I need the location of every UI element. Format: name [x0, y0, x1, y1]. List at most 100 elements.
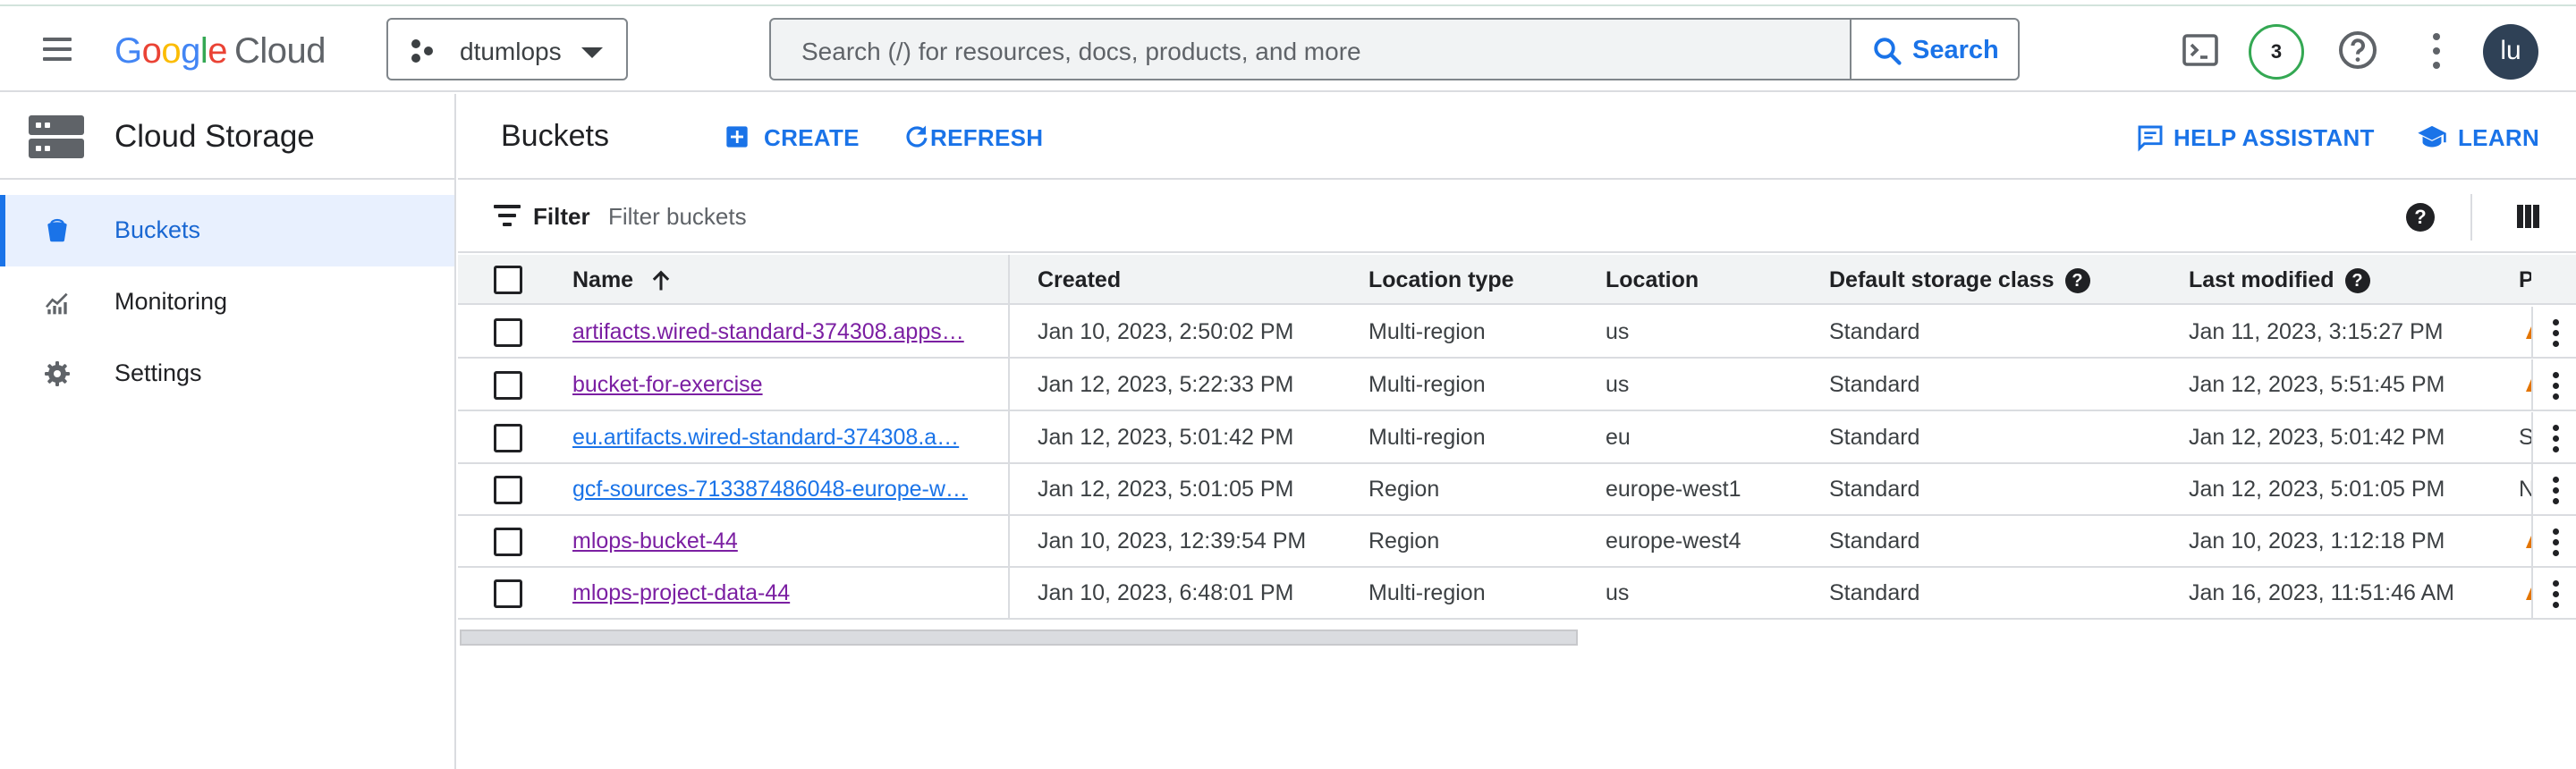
top-bar: Google Cloud dtumlops Search (/) for reso… — [0, 6, 2576, 92]
search-button-label: Search — [1912, 36, 1999, 64]
sidebar-item-settings[interactable]: Settings — [0, 338, 454, 410]
cell-location-type: Multi-region — [1368, 319, 1486, 344]
row-checkbox[interactable] — [494, 579, 522, 608]
refresh-button[interactable]: REFRESH — [903, 121, 1055, 153]
notifications-badge[interactable]: 3 — [2249, 24, 2304, 80]
project-icon — [411, 39, 436, 64]
arrow-up-icon — [652, 270, 670, 291]
help-assistant-button[interactable]: HELP ASSISTANT — [2136, 121, 2377, 153]
help-icon[interactable]: ? — [2344, 268, 2370, 294]
search-input[interactable]: Search (/) for resources, docs, products… — [769, 18, 2020, 80]
sidebar-item-monitoring[interactable]: Monitoring — [0, 266, 454, 338]
horizontal-scrollbar[interactable] — [460, 630, 1578, 646]
bucket-name-link[interactable]: bucket-for-exercise — [572, 372, 763, 398]
column-header-location[interactable]: Location — [1606, 267, 1699, 293]
bucket-name-link[interactable]: mlops-bucket-44 — [572, 528, 738, 554]
table-header: Name Created Location type Location Defa… — [458, 255, 2576, 305]
divider — [2470, 194, 2472, 241]
filter-icon[interactable] — [494, 205, 521, 228]
table-row[interactable]: mlops-bucket-44 Jan 10, 2023, 12:39:54 PM… — [458, 516, 2576, 568]
row-actions-icon[interactable] — [2551, 580, 2562, 609]
table-row[interactable]: gcf-sources-713387486048-europe-w… Jan 12… — [458, 464, 2576, 516]
cell-location-type: Multi-region — [1368, 425, 1486, 450]
select-all-checkbox[interactable] — [494, 266, 522, 294]
cell-created: Jan 10, 2023, 12:39:54 PM — [1038, 528, 1307, 554]
cell-storage-class: Standard — [1829, 528, 1920, 554]
cell-location: europe-west1 — [1606, 477, 1741, 502]
cell-location: us — [1606, 372, 1630, 397]
table-row[interactable]: eu.artifacts.wired-standard-374308.a… Jan… — [458, 412, 2576, 464]
column-header-created[interactable]: Created — [1038, 267, 1121, 293]
row-actions-icon[interactable] — [2551, 319, 2562, 348]
chevron-down-icon — [581, 47, 603, 58]
filter-bar: Filter Filter buckets ? — [458, 182, 2576, 253]
column-header-name[interactable]: Name — [572, 267, 674, 293]
column-divider — [2531, 464, 2533, 516]
row-checkbox[interactable] — [494, 318, 522, 347]
help-icon[interactable]: ? — [2064, 268, 2090, 294]
filter-label[interactable]: Filter — [533, 203, 590, 231]
sidebar: Cloud Storage Buckets Monitoring Setting… — [0, 94, 456, 769]
cell-location-type: Multi-region — [1368, 372, 1486, 397]
column-display-icon[interactable] — [2517, 205, 2540, 228]
sidebar-title: Cloud Storage — [114, 119, 315, 154]
column-divider — [1008, 255, 1010, 620]
bucket-name-link[interactable]: artifacts.wired-standard-374308.apps… — [572, 319, 964, 345]
table-row[interactable]: artifacts.wired-standard-374308.apps… Jan… — [458, 307, 2576, 359]
google-cloud-logo[interactable]: Google Cloud — [114, 31, 326, 72]
cell-location: us — [1606, 319, 1630, 344]
cell-storage-class: Standard — [1829, 580, 1920, 605]
project-picker[interactable]: dtumlops — [386, 18, 628, 80]
avatar[interactable]: lu — [2483, 24, 2538, 80]
sidebar-header: Cloud Storage — [0, 94, 456, 180]
cell-location: eu — [1606, 425, 1631, 450]
cell-storage-class: Standard — [1829, 477, 1920, 502]
search-placeholder: Search (/) for resources, docs, products… — [801, 38, 1361, 65]
row-actions-icon[interactable] — [2551, 528, 2562, 557]
column-divider — [2531, 412, 2533, 464]
refresh-icon — [906, 125, 928, 148]
help-icon[interactable] — [2336, 29, 2379, 72]
cell-created: Jan 12, 2023, 5:01:42 PM — [1038, 425, 1294, 450]
cell-truncated: N — [2519, 477, 2531, 502]
row-checkbox[interactable] — [494, 424, 522, 452]
cell-location: us — [1606, 580, 1630, 605]
cell-created: Jan 12, 2023, 5:01:05 PM — [1038, 477, 1294, 502]
cloud-storage-icon — [29, 114, 84, 160]
row-actions-icon[interactable] — [2551, 477, 2562, 505]
learn-button[interactable]: LEARN — [2417, 121, 2539, 153]
table-row[interactable]: bucket-for-exercise Jan 12, 2023, 5:22:33… — [458, 359, 2576, 411]
cell-last-modified: Jan 10, 2023, 1:12:18 PM — [2189, 528, 2445, 554]
cell-location: europe-west4 — [1606, 528, 1741, 554]
cell-storage-class: Standard — [1829, 319, 1920, 344]
monitoring-icon — [45, 292, 68, 315]
create-button[interactable]: CREATE — [724, 121, 859, 153]
menu-icon[interactable] — [39, 34, 75, 64]
project-name: dtumlops — [460, 38, 562, 65]
sidebar-item-label: Settings — [114, 359, 202, 386]
column-header-last-modified[interactable]: Last modified? — [2189, 267, 2370, 294]
bucket-name-link[interactable]: mlops-project-data-44 — [572, 580, 790, 606]
row-actions-icon[interactable] — [2551, 372, 2562, 401]
search-button[interactable]: Search — [1850, 20, 2018, 79]
row-actions-icon[interactable] — [2551, 425, 2562, 453]
table-row[interactable]: mlops-project-data-44 Jan 10, 2023, 6:48:… — [458, 568, 2576, 620]
help-icon[interactable]: ? — [2406, 203, 2435, 232]
column-header-storage-class[interactable]: Default storage class? — [1829, 267, 2090, 294]
row-checkbox[interactable] — [494, 528, 522, 556]
filter-input[interactable]: Filter buckets — [608, 203, 747, 231]
row-checkbox[interactable] — [494, 476, 522, 504]
column-header-truncated[interactable]: P — [2519, 267, 2531, 293]
cell-last-modified: Jan 16, 2023, 11:51:46 AM — [2189, 580, 2454, 605]
sidebar-item-buckets[interactable]: Buckets — [0, 195, 454, 266]
bucket-name-link[interactable]: gcf-sources-713387486048-europe-w… — [572, 477, 968, 503]
terminal-icon[interactable] — [2179, 29, 2222, 72]
page-header: Buckets CREATE REFRESH HELP ASSISTANT LE… — [458, 94, 2576, 180]
bucket-name-link[interactable]: eu.artifacts.wired-standard-374308.a… — [572, 425, 959, 451]
cell-last-modified: Jan 12, 2023, 5:51:45 PM — [2189, 372, 2445, 397]
cell-last-modified: Jan 12, 2023, 5:01:05 PM — [2189, 477, 2445, 502]
more-vert-icon[interactable] — [2429, 33, 2444, 69]
cell-created: Jan 12, 2023, 5:22:33 PM — [1038, 372, 1294, 397]
row-checkbox[interactable] — [494, 371, 522, 400]
column-header-location-type[interactable]: Location type — [1368, 267, 1514, 293]
